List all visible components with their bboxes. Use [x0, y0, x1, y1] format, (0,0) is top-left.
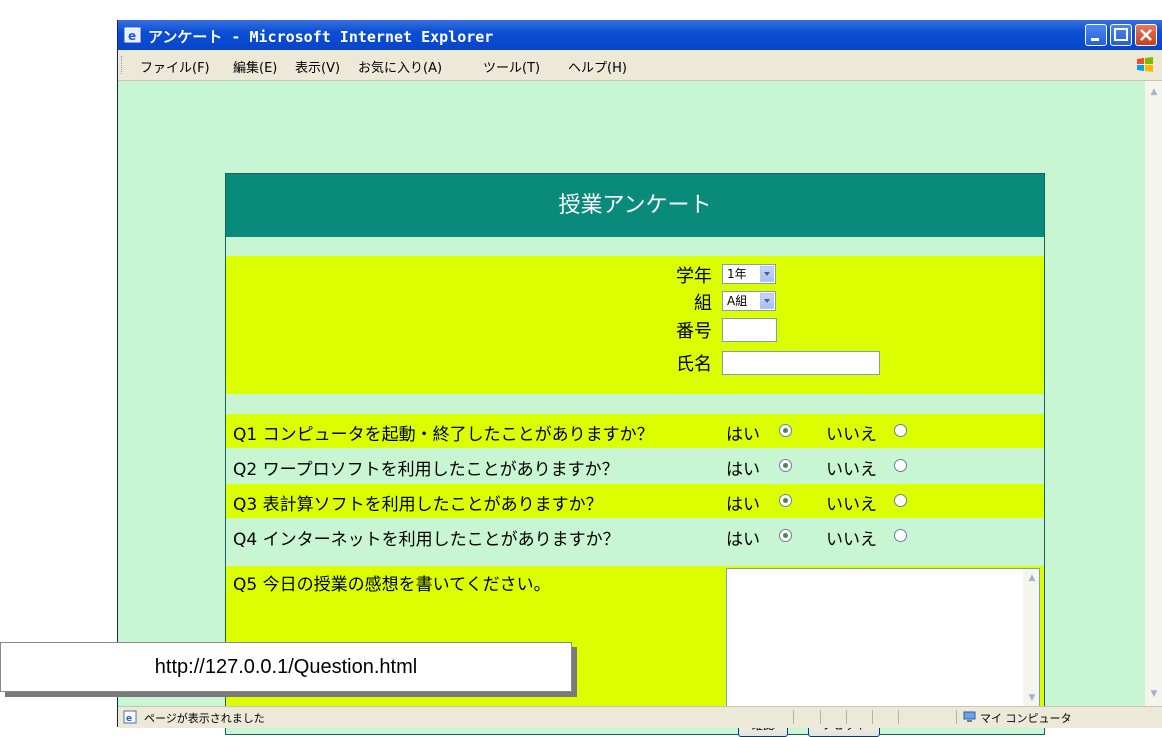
- close-icon: [1140, 29, 1152, 41]
- grade-label: 学年: [676, 266, 712, 287]
- form-title: 授業アンケート: [226, 174, 1044, 237]
- minimize-icon: [1091, 38, 1099, 41]
- q1-no-radio[interactable]: [894, 424, 907, 437]
- my-computer-icon: [963, 711, 976, 722]
- question-row-q1: Q1 コンピュータを起動・終了したことがありますか？ はい いいえ: [226, 414, 1044, 448]
- menu-edit[interactable]: 編集(E): [233, 57, 277, 76]
- question-text: Q4 インターネットを利用したことがありますか？: [233, 530, 620, 550]
- class-select-value: A組: [727, 294, 748, 308]
- status-divider: [898, 710, 899, 724]
- windows-flag-icon: [1137, 57, 1153, 72]
- number-label: 番号: [676, 321, 712, 342]
- window-title: アンケート - Microsoft Internet Explorer: [148, 28, 494, 46]
- status-divider: [956, 710, 957, 724]
- security-zone-text: マイ コンピュータ: [980, 712, 1072, 725]
- menu-view[interactable]: 表示(V): [295, 57, 340, 76]
- yes-label: はい: [726, 495, 760, 515]
- no-label: いいえ: [826, 495, 877, 515]
- svg-text:e: e: [126, 714, 132, 724]
- no-label: いいえ: [826, 425, 877, 445]
- question-text: Q5 今日の授業の感想を書いてください。: [233, 575, 551, 595]
- name-label: 氏名: [676, 354, 712, 375]
- question-row-q2: Q2 ワープロソフトを利用したことがありますか？ はい いいえ: [226, 449, 1044, 483]
- maximize-button[interactable]: [1110, 24, 1132, 46]
- status-divider: [820, 710, 821, 724]
- student-info-block: 学年 1年 組 A組 番号 氏名: [226, 256, 1044, 394]
- menu-bar: ファイル(F) 編集(E) 表示(V) お気に入り(A) ツール(T) ヘルプ(…: [118, 50, 1162, 81]
- page-done-icon: e: [123, 710, 137, 724]
- url-caption: http://127.0.0.1/Question.html: [154, 656, 418, 678]
- q2-yes-radio[interactable]: [779, 459, 792, 472]
- class-label: 組: [694, 293, 712, 314]
- browser-window: e アンケート - Microsoft Internet Explorer ファ…: [117, 20, 1162, 737]
- no-label: いいえ: [826, 530, 877, 550]
- q4-yes-radio[interactable]: [779, 529, 792, 542]
- q1-yes-radio[interactable]: [779, 424, 792, 437]
- no-label: いいえ: [826, 460, 877, 480]
- q3-yes-radio[interactable]: [779, 494, 792, 507]
- status-divider: [793, 710, 794, 724]
- scroll-up-icon[interactable]: ▲: [1147, 85, 1161, 99]
- question-row-q3: Q3 表計算ソフトを利用したことがありますか？ はい いいえ: [226, 484, 1044, 518]
- chevron-down-icon: [760, 266, 774, 282]
- menu-grip[interactable]: [121, 56, 124, 74]
- question-text: Q1 コンピュータを起動・終了したことがありますか？: [233, 425, 654, 445]
- number-input[interactable]: [722, 318, 777, 342]
- question-row-q4: Q4 インターネットを利用したことがありますか？ はい いいえ: [226, 519, 1044, 553]
- textarea-scrollbar[interactable]: ▲ ▼: [1023, 569, 1039, 707]
- minimize-button[interactable]: [1085, 24, 1107, 46]
- yes-label: はい: [726, 425, 760, 445]
- yes-label: はい: [726, 530, 760, 550]
- maximize-icon: [1114, 28, 1128, 41]
- menu-help[interactable]: ヘルプ(H): [568, 57, 627, 76]
- q2-no-radio[interactable]: [894, 459, 907, 472]
- status-text: ページが表示されました: [144, 712, 265, 725]
- status-divider: [846, 710, 847, 724]
- menu-favorites[interactable]: お気に入り(A): [358, 57, 442, 76]
- grade-select[interactable]: 1年: [722, 264, 776, 284]
- yes-label: はい: [726, 460, 760, 480]
- menu-tools[interactable]: ツール(T): [483, 57, 540, 76]
- class-select[interactable]: A組: [722, 291, 776, 311]
- status-bar: e ページが表示されました マイ コンピュータ: [118, 706, 1162, 728]
- chevron-down-icon: [760, 293, 774, 309]
- impression-textarea[interactable]: ▲ ▼: [726, 568, 1040, 708]
- menu-file[interactable]: ファイル(F): [140, 57, 210, 76]
- question-text: Q3 表計算ソフトを利用したことがありますか？: [233, 495, 603, 515]
- q3-no-radio[interactable]: [894, 494, 907, 507]
- page-viewport: 授業アンケート 学年 1年 組 A組 番号 氏名 Q1 コンピュータを起動・終了…: [118, 81, 1145, 737]
- svg-text:e: e: [128, 29, 136, 43]
- scroll-up-icon[interactable]: ▲: [1025, 571, 1039, 585]
- close-button[interactable]: [1135, 24, 1157, 46]
- grade-select-value: 1年: [727, 267, 747, 281]
- q4-no-radio[interactable]: [894, 529, 907, 542]
- scroll-down-icon[interactable]: ▼: [1147, 687, 1161, 701]
- ie-logo-icon: e: [124, 27, 141, 43]
- status-divider: [872, 710, 873, 724]
- question-text: Q2 ワープロソフトを利用したことがありますか？: [233, 460, 619, 480]
- page-scrollbar[interactable]: ▲ ▼: [1145, 81, 1162, 706]
- name-input[interactable]: [722, 351, 880, 375]
- title-bar[interactable]: e アンケート - Microsoft Internet Explorer: [118, 20, 1162, 50]
- scroll-down-icon[interactable]: ▼: [1025, 691, 1039, 705]
- url-caption-box: http://127.0.0.1/Question.html: [0, 642, 572, 692]
